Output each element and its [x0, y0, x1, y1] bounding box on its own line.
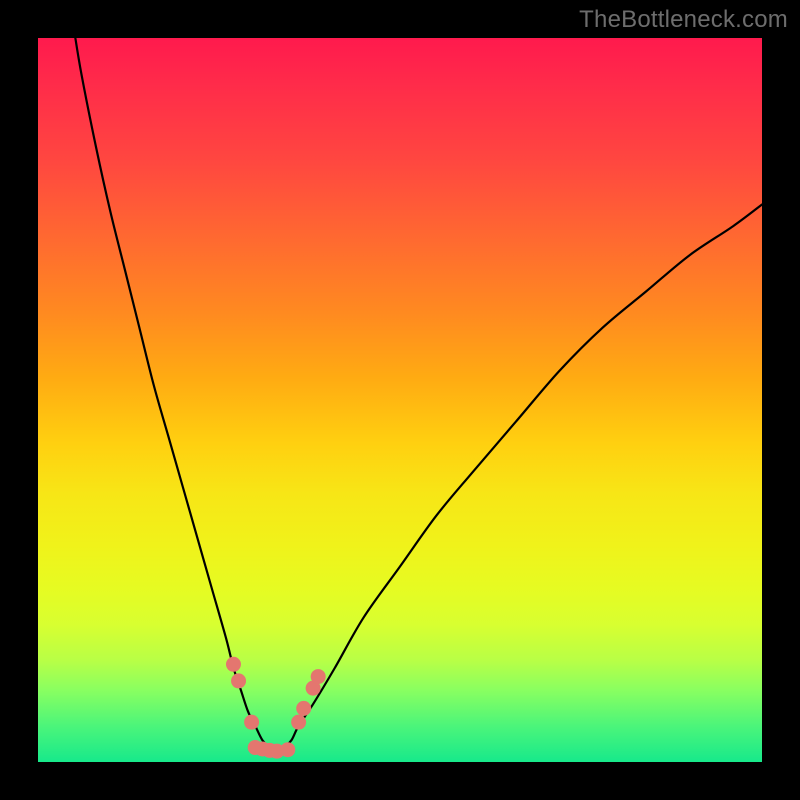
series-right-curve [277, 205, 762, 755]
data-marker [226, 657, 241, 672]
data-marker [296, 701, 311, 716]
plot-area [38, 38, 762, 762]
series-left-curve [74, 31, 277, 755]
curve-group [74, 31, 762, 755]
curves-svg [38, 38, 762, 762]
data-marker [231, 673, 246, 688]
watermark-text: TheBottleneck.com [579, 6, 788, 34]
data-marker [280, 742, 295, 757]
chart-frame: TheBottleneck.com [0, 0, 800, 800]
data-marker [244, 715, 259, 730]
marker-group [226, 657, 326, 759]
data-marker [311, 669, 326, 684]
data-marker [291, 715, 306, 730]
